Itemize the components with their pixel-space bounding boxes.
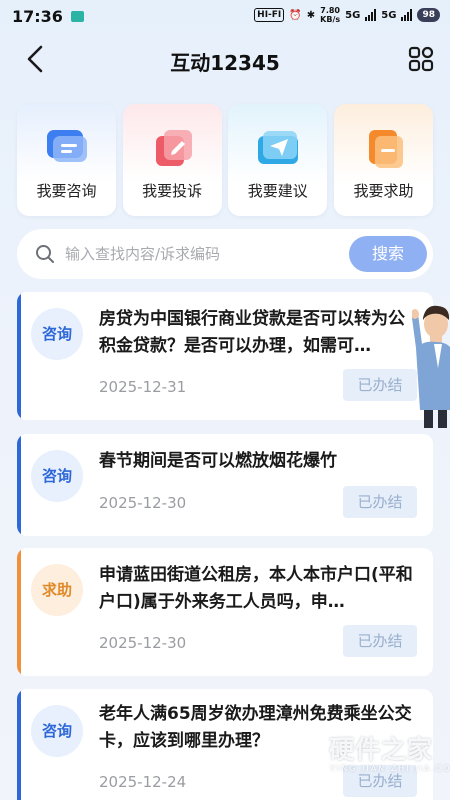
watermark: 硬件之家 YING JIAN ZHI JIA.COM [282, 726, 450, 800]
net-speed-unit: KB/s [320, 15, 341, 24]
item-date: 2025-12-30 [99, 494, 187, 512]
item-category-badge: 求助 [31, 564, 83, 616]
bluetooth-icon: ✱ [306, 9, 316, 21]
hifi-badge: HI-FI [254, 8, 285, 22]
quick-action-suggest[interactable]: 我要建议 [228, 104, 328, 216]
watermark-logo-icon [284, 726, 324, 770]
item-category-badge: 咨询 [31, 705, 83, 757]
quick-actions: 我要咨询 我要投诉 我要建议 我要求助 [17, 104, 433, 216]
item-title: 申请蓝田街道公租房，本人本市户口(平和户口)属于外来务工人员吗，申… [99, 565, 413, 612]
item-accent-bar [17, 548, 21, 676]
item-category-badge: 咨询 [31, 308, 83, 360]
alarm-icon: ⏰ [289, 9, 302, 21]
net-speed-value: 7.80 [320, 6, 340, 15]
item-accent-bar [17, 689, 21, 800]
signal-1-icon [365, 9, 377, 21]
search-icon [36, 245, 54, 263]
item-title: 春节期间是否可以燃放烟花爆竹 [99, 451, 337, 471]
status-bar: 17:36 HI-FI ⏰ ✱ 7.80 KB/s 5G 5G 98 [0, 0, 450, 32]
complaint-edit-icon [155, 130, 192, 166]
watermark-text: 硬件之家 [329, 735, 434, 764]
grid-icon [408, 46, 434, 72]
item-status-badge: 已办结 [343, 625, 417, 657]
quick-action-label: 我要投诉 [142, 182, 203, 200]
item-status-badge: 已办结 [343, 486, 417, 518]
nav-bar: 互动12345 [0, 32, 450, 88]
status-icons: HI-FI ⏰ ✱ 7.80 KB/s 5G 5G 98 [254, 6, 440, 24]
signal-2-icon [401, 9, 413, 21]
quick-action-complaint[interactable]: 我要投诉 [122, 104, 222, 216]
item-accent-bar [17, 434, 21, 536]
quick-action-consult[interactable]: 我要咨询 [17, 104, 116, 216]
search-button[interactable]: 搜索 [349, 236, 427, 272]
search-bar: 搜索 [17, 229, 433, 279]
item-title: 房贷为中国银行商业贷款是否可以转为公积金贷款？是否可以办理，如需可… [99, 309, 405, 356]
page-title: 互动12345 [170, 51, 280, 75]
quick-action-help[interactable]: 我要求助 [333, 104, 433, 216]
assistant-avatar[interactable] [412, 298, 450, 428]
chat-icon [47, 130, 87, 162]
battery-icon: 98 [417, 8, 440, 22]
help-document-icon [368, 130, 403, 168]
list-item[interactable]: 求助 申请蓝田街道公租房，本人本市户口(平和户口)属于外来务工人员吗，申… 20… [17, 548, 433, 676]
item-date: 2025-12-31 [99, 378, 187, 396]
item-accent-bar [17, 292, 21, 420]
status-time: 17:36 [12, 6, 63, 26]
send-icon [258, 131, 299, 164]
signal-1-label: 5G [345, 9, 361, 21]
item-date: 2025-12-30 [99, 634, 187, 652]
signal-2-label: 5G [381, 9, 397, 21]
list-item[interactable]: 咨询 房贷为中国银行商业贷款是否可以转为公积金贷款？是否可以办理，如需可… 20… [17, 292, 433, 420]
item-date: 2025-12-24 [99, 773, 187, 791]
app-notification-icon [70, 10, 84, 22]
quick-action-label: 我要建议 [247, 182, 308, 200]
search-input[interactable] [65, 239, 345, 269]
quick-action-label: 我要咨询 [36, 182, 97, 200]
net-speed: 7.80 KB/s [320, 6, 340, 24]
grid-menu-button[interactable] [408, 46, 434, 72]
watermark-subtext: YING JIAN ZHI JIA.COM [330, 764, 450, 773]
quick-action-label: 我要求助 [353, 182, 414, 200]
item-category-badge: 咨询 [31, 450, 83, 502]
item-status-badge: 已办结 [343, 369, 417, 401]
list-item[interactable]: 咨询 春节期间是否可以燃放烟花爆竹 2025-12-30 已办结 [17, 434, 433, 536]
